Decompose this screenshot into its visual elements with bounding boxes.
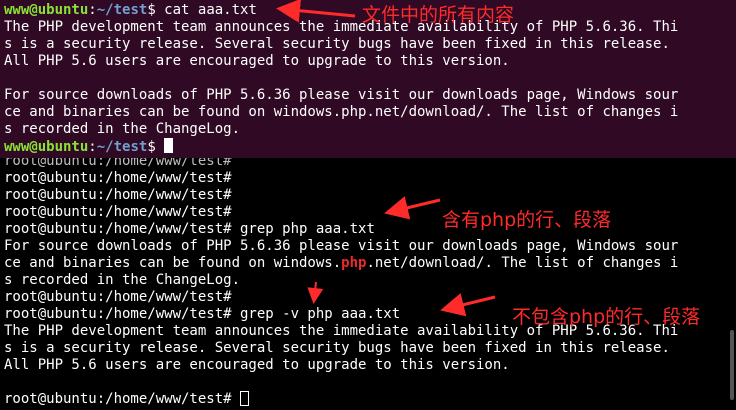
annotation-cat-note: 文件中的所有内容 [362, 4, 515, 26]
annotation-grepv-note: 不包含php的行、段落 [512, 306, 701, 328]
annotation-grep-note: 含有php的行、段落 [442, 209, 612, 231]
arrow-grep-v [440, 293, 496, 317]
annotation-arrows [276, 0, 496, 317]
arrow-down [307, 281, 324, 304]
arrow-grep [384, 196, 441, 220]
arrow-cat [276, 0, 356, 23]
